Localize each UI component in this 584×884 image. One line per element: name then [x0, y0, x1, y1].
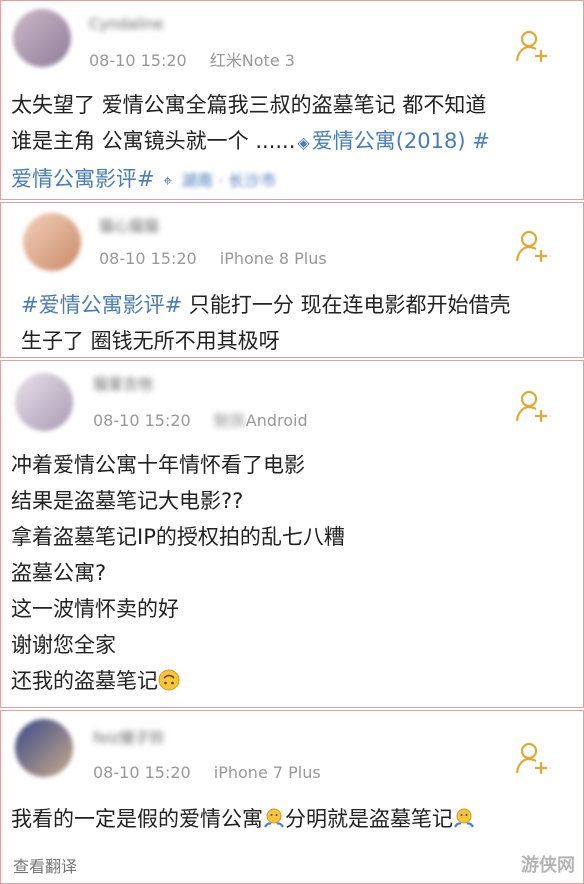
avatar[interactable]: [23, 213, 81, 271]
follow-icon[interactable]: [515, 229, 549, 263]
post-content: 冲着爱情公寓十年情怀看了电影 结果是盗墓笔记大电影?? 拿着盗墓笔记IP的授权拍…: [11, 447, 573, 699]
post-meta: 08-10 15:20 红米Note 3: [89, 47, 295, 71]
username[interactable]: 猫爱吉他: [93, 373, 153, 395]
text-line: 谁是主角 公寓镜头就一个 ......: [11, 129, 296, 153]
post-content: 太失望了 爱情公寓全篇我三叔的盗墓笔记 都不知道 谁是主角 公寓镜头就一个 ..…: [11, 87, 573, 199]
username[interactable]: 猫心猫猫: [99, 215, 159, 237]
text-segment: 我看的一定是假的爱情公寓: [11, 807, 263, 831]
diamond-icon: ◈: [297, 133, 310, 152]
location-link[interactable]: 湖南 · 长沙市: [181, 171, 276, 190]
device-brand: 魅族: [213, 411, 246, 430]
text-line: 太失望了 爱情公寓全篇我三叔的盗墓笔记 都不知道: [11, 93, 487, 117]
post-2: 猫心猫猫 08-10 15:20 iPhone 8 Plus #爱情公寓影评# …: [0, 202, 584, 358]
text-line: 盗墓公寓?: [11, 561, 107, 585]
upside-down-face-icon: [158, 669, 180, 691]
timestamp: 08-10 15:20: [93, 763, 191, 782]
text-line-with-emoji: 还我的盗墓笔记: [11, 663, 573, 699]
post-meta: 08-10 15:20 iPhone 7 Plus: [93, 763, 321, 782]
text-line-topic: 爱情公寓影评# ⌖ 湖南 · 长沙市: [11, 161, 573, 199]
translate-link[interactable]: 查看翻译: [13, 853, 77, 877]
follow-icon[interactable]: [515, 389, 549, 423]
timestamp: 08-10 15:20: [89, 51, 187, 70]
text-line: 这一波情怀卖的好: [11, 597, 179, 621]
post-content: #爱情公寓影评# 只能打一分 现在连电影都开始借壳 生子了 圈钱无所不用其极呀: [21, 287, 573, 359]
follow-icon[interactable]: [515, 29, 549, 63]
post-3: 猫爱吉他 08-10 15:20 魅族Android 冲着爱情公寓十年情怀看了电…: [0, 360, 584, 708]
topic-link[interactable]: 爱情公寓影评#: [11, 167, 155, 191]
watermark: 游侠网: [521, 855, 575, 876]
location-icon: ⌖: [163, 171, 173, 190]
device: iPhone 7 Plus: [213, 763, 321, 782]
shrug-emoji-icon: [454, 808, 474, 828]
topic-link[interactable]: 爱情公寓(2018) #: [312, 129, 490, 153]
device: iPhone 8 Plus: [219, 249, 327, 268]
text-line: 只能打一分 现在连电影都开始借壳: [182, 293, 511, 317]
text-segment: 分明就是盗墓笔记: [285, 807, 453, 831]
text-line: 谢谢您全家: [11, 633, 116, 657]
post-1: Cyndaline 08-10 15:20 红米Note 3 太失望了 爱情公寓…: [0, 0, 584, 200]
text-line: 冲着爱情公寓十年情怀看了电影: [11, 453, 305, 477]
avatar[interactable]: [15, 373, 73, 431]
text-line: 还我的盗墓笔记: [11, 669, 158, 693]
text-line: 拿着盗墓笔记IP的授权拍的乱七八糟: [11, 525, 345, 549]
text-line-with-emoji: 我看的一定是假的爱情公寓 分明就是盗墓笔记: [11, 801, 573, 837]
device: 红米Note 3: [209, 51, 295, 70]
username[interactable]: feiz猪子铃: [93, 727, 165, 749]
avatar[interactable]: [13, 9, 71, 67]
topic-link[interactable]: #爱情公寓影评#: [21, 293, 182, 317]
username[interactable]: Cyndaline: [89, 15, 164, 37]
device: Android: [245, 411, 308, 430]
post-meta: 08-10 15:20 iPhone 8 Plus: [99, 249, 327, 268]
timestamp: 08-10 15:20: [99, 249, 197, 268]
follow-icon[interactable]: [515, 741, 549, 775]
text-line: 结果是盗墓笔记大电影??: [11, 489, 244, 513]
avatar[interactable]: [15, 719, 73, 777]
shrug-emoji-icon: [264, 808, 284, 828]
post-content: 我看的一定是假的爱情公寓 分明就是盗墓笔记: [11, 801, 573, 837]
post-meta: 08-10 15:20 魅族Android: [93, 407, 308, 431]
timestamp: 08-10 15:20: [93, 411, 191, 430]
text-line: 生子了 圈钱无所不用其极呀: [21, 329, 280, 353]
post-4: feiz猪子铃 08-10 15:20 iPhone 7 Plus 我看的一定是…: [0, 710, 584, 884]
text-line-with-topic: #爱情公寓影评# 只能打一分 现在连电影都开始借壳: [21, 287, 573, 323]
text-line-with-topic: 谁是主角 公寓镜头就一个 ...... ◈爱情公寓(2018) #: [11, 123, 573, 161]
